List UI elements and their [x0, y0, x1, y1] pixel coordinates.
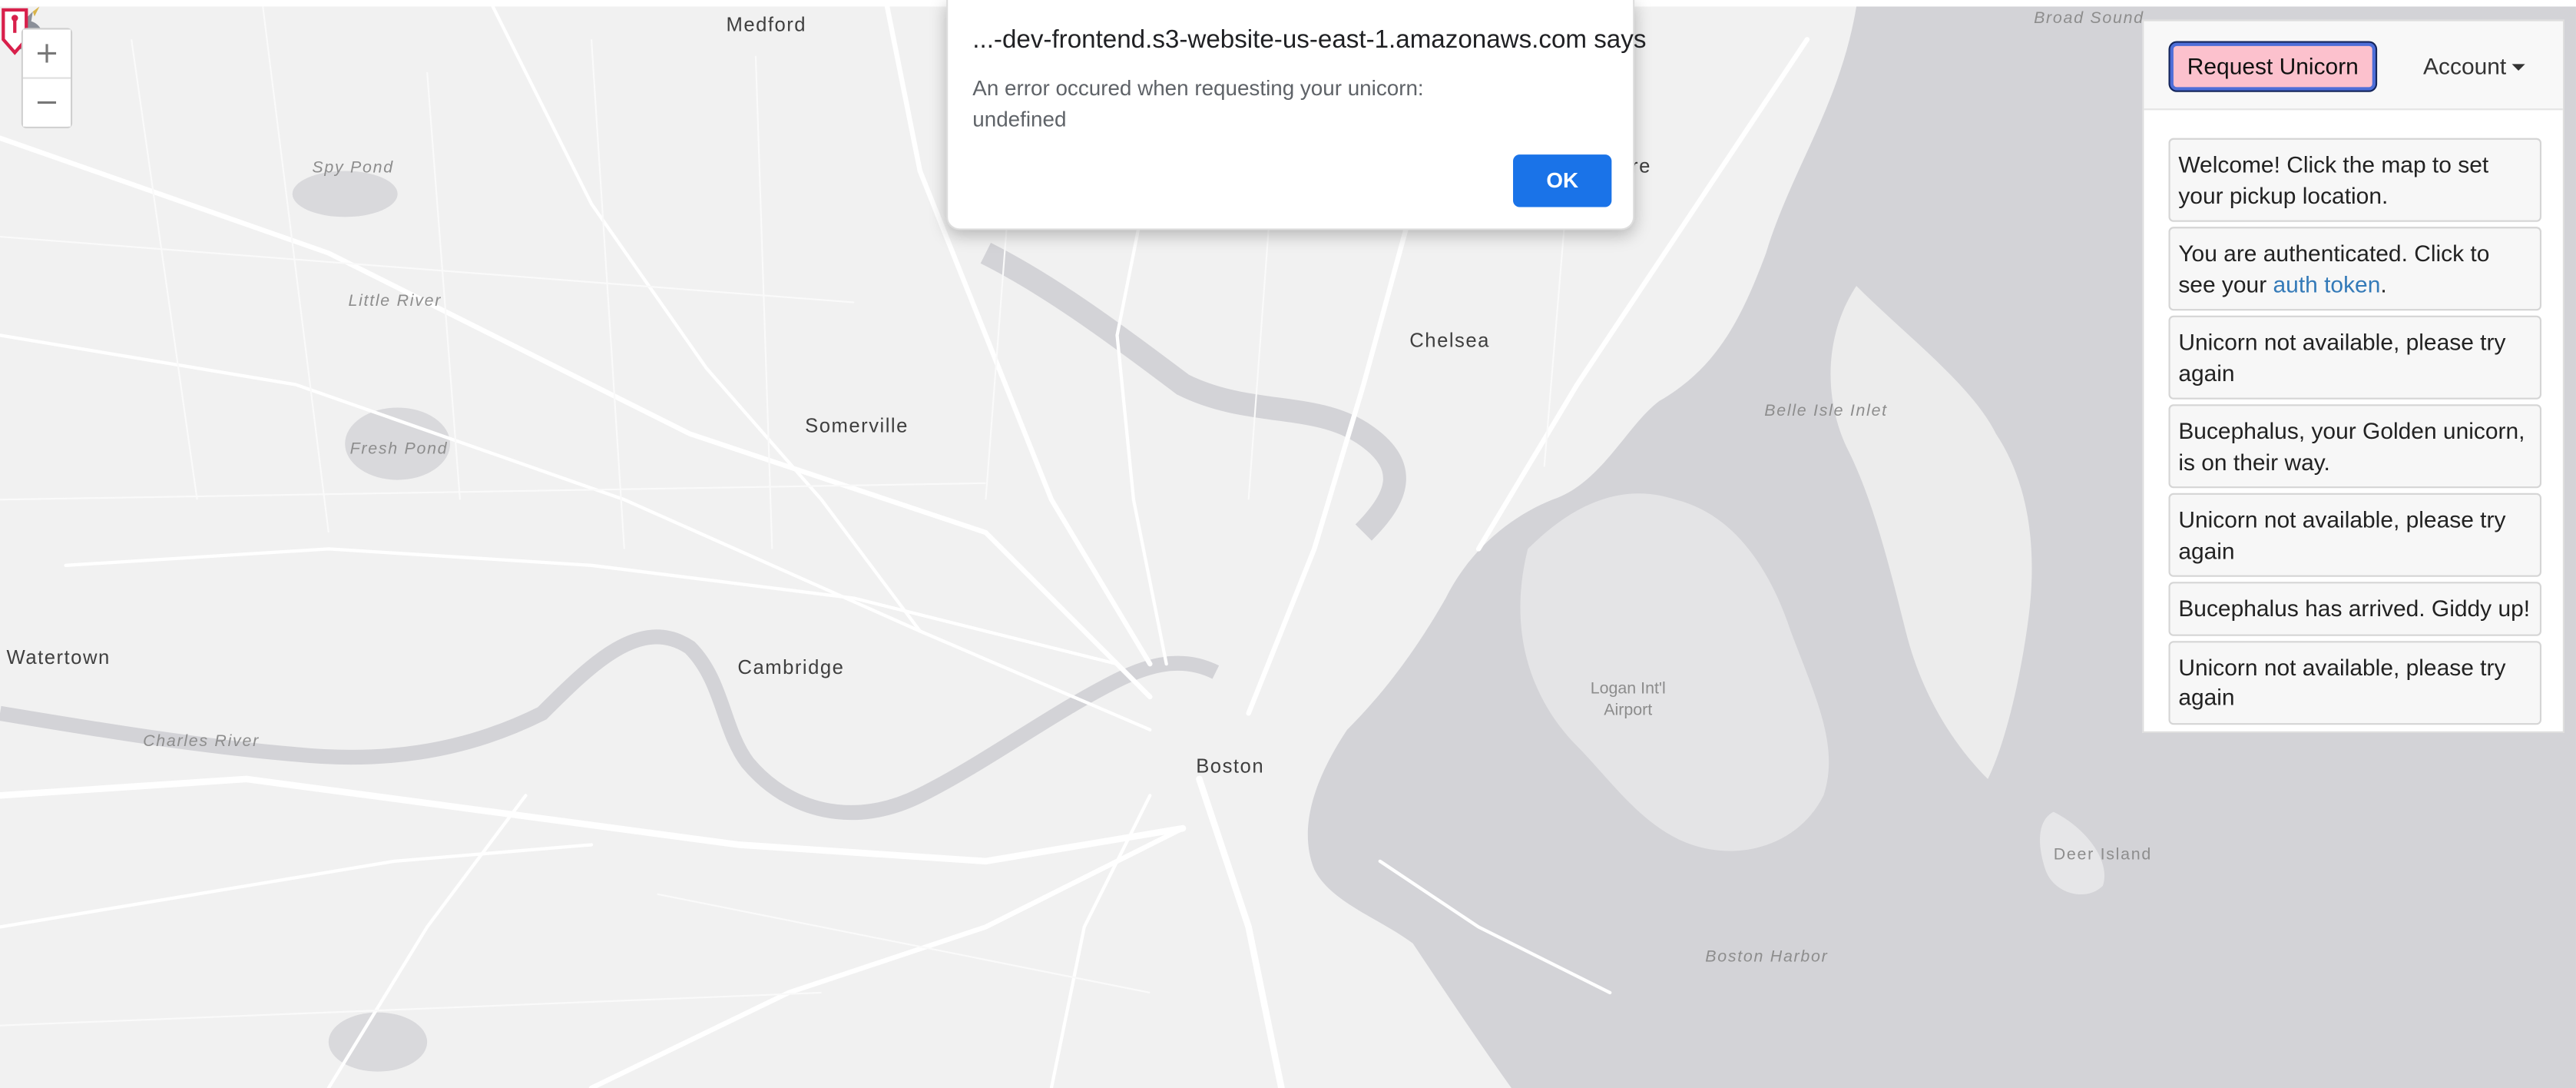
- label-broad-sound: Broad Sound: [2034, 9, 2144, 28]
- update-text: Bucephalus, your Golden unicorn, is on t…: [2178, 417, 2525, 475]
- label-medford: Medford: [726, 13, 807, 37]
- account-label: Account: [2423, 52, 2507, 79]
- label-chelsea: Chelsea: [1409, 328, 1490, 352]
- caret-down-icon: [2511, 65, 2525, 71]
- update-text: Welcome! Click the map to set your picku…: [2178, 151, 2489, 208]
- panel-header: Request Unicorn Account: [2144, 21, 2563, 111]
- label-deer-island: Deer Island: [2053, 846, 2152, 865]
- update-item: Unicorn not available, please try again: [2168, 640, 2542, 725]
- label-cambridge: Cambridge: [737, 655, 845, 679]
- update-item: Bucephalus has arrived. Giddy up!: [2168, 582, 2542, 635]
- dialog-message: An error occured when requesting your un…: [972, 75, 1424, 132]
- label-watertown: Watertown: [6, 645, 111, 669]
- ride-panel: Request Unicorn Account Welcome! Click t…: [2142, 19, 2564, 733]
- label-spy-pond: Spy Pond: [312, 159, 394, 178]
- request-unicorn-button[interactable]: Request Unicorn: [2170, 42, 2376, 91]
- update-item: Unicorn not available, please try again: [2168, 315, 2542, 400]
- update-item: Welcome! Click the map to set your picku…: [2168, 138, 2542, 222]
- auth-token-link[interactable]: auth token: [2273, 270, 2381, 297]
- label-little-river: Little River: [348, 292, 442, 311]
- spy-pond-water: [292, 171, 398, 217]
- label-boston-harbor: Boston Harbor: [1705, 948, 1829, 967]
- updates-list: Welcome! Click the map to set your picku…: [2168, 138, 2542, 729]
- dialog-title: ...-dev-frontend.s3-website-us-east-1.am…: [972, 26, 1647, 55]
- ok-button[interactable]: OK: [1513, 154, 1612, 207]
- account-menu[interactable]: Account: [2423, 52, 2525, 79]
- label-belle-isle-inlet: Belle Isle Inlet: [1764, 403, 1888, 421]
- update-text: Unicorn not available, please try again: [2178, 506, 2506, 563]
- zoom-in-button[interactable]: +: [22, 29, 71, 78]
- update-text: Unicorn not available, please try again: [2178, 328, 2506, 386]
- update-text: Bucephalus has arrived. Giddy up!: [2178, 595, 2531, 622]
- update-item: You are authenticated. Click to see your…: [2168, 227, 2542, 311]
- label-logan-airport: Logan Int'l Airport: [1590, 680, 1666, 720]
- label-charles-river: Charles River: [143, 732, 260, 751]
- zoom-control: + −: [21, 28, 73, 128]
- label-boston: Boston: [1196, 754, 1265, 778]
- label-somerville: Somerville: [805, 414, 909, 437]
- zoom-out-button[interactable]: −: [22, 78, 71, 127]
- alert-dialog: ...-dev-frontend.s3-website-us-east-1.am…: [946, 0, 1646, 231]
- update-item: Bucephalus, your Golden unicorn, is on t…: [2168, 404, 2542, 489]
- update-item: Unicorn not available, please try again: [2168, 493, 2542, 577]
- label-fresh-pond: Fresh Pond: [349, 440, 449, 459]
- update-text-suffix: .: [2380, 270, 2387, 297]
- update-text: Unicorn not available, please try again: [2178, 653, 2506, 711]
